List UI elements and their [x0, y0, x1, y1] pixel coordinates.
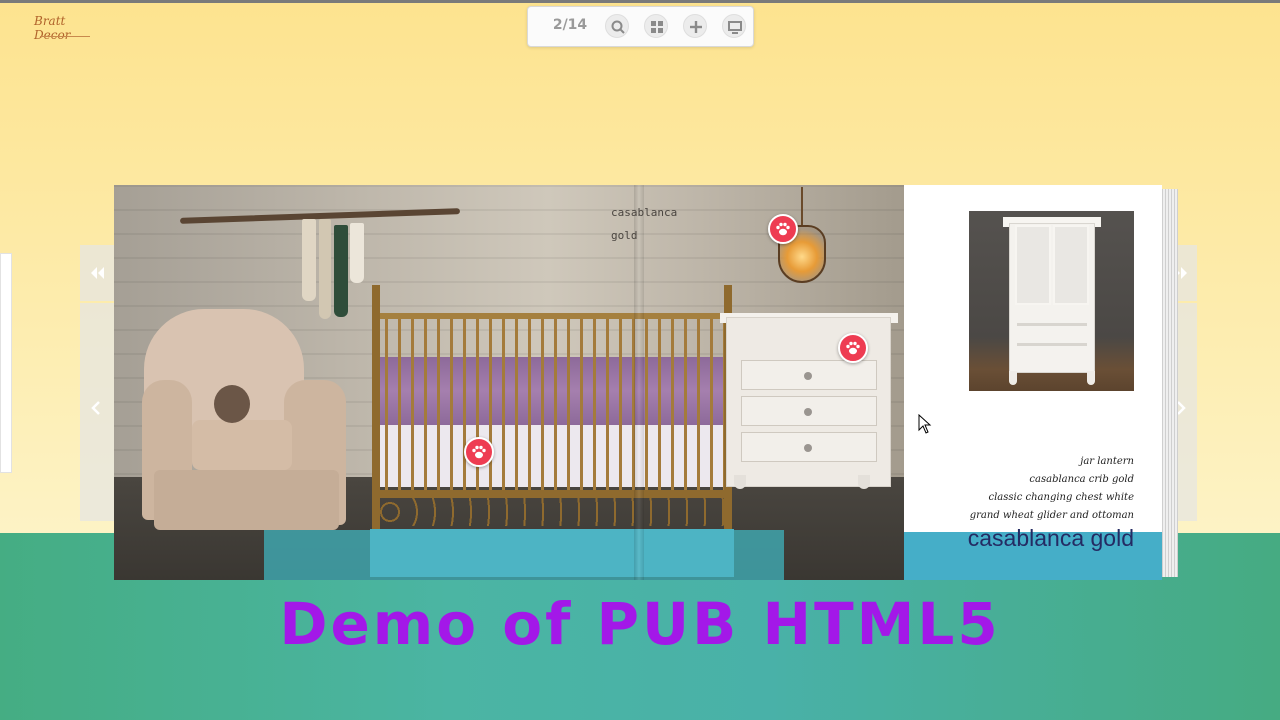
- brand-logo-text: Bratt Decor: [34, 14, 71, 42]
- product-item: grand wheat glider and ottoman: [969, 510, 1134, 521]
- thumbnails-button[interactable]: [644, 14, 668, 38]
- hotspot-crib[interactable]: [464, 437, 494, 467]
- cabinet-shelf: [1017, 323, 1087, 326]
- product-item: jar lantern: [1080, 456, 1134, 467]
- crib-top-rail: [372, 313, 732, 319]
- cabinet-door: [1053, 225, 1089, 305]
- crib: [370, 285, 734, 577]
- page-title: casablanca gold: [967, 525, 1134, 551]
- product-item: casablanca crib gold: [1029, 474, 1134, 485]
- photo-caption-line1: casablanca: [611, 206, 678, 219]
- dresser-drawer: [741, 396, 877, 426]
- top-border: [0, 0, 1280, 3]
- book-page-edges: [1160, 189, 1178, 577]
- crib-bars: [372, 315, 732, 493]
- hanging-garment: [334, 225, 348, 317]
- side-panel-tab[interactable]: [0, 253, 12, 473]
- brand-logo[interactable]: Bratt Decor: [34, 14, 104, 42]
- hotspot-lantern[interactable]: [768, 214, 798, 244]
- lantern-chain: [801, 187, 803, 227]
- chevron-left-icon: [91, 401, 100, 415]
- paw-icon: [776, 222, 790, 236]
- demo-title: Demo of PUB HTML5: [279, 590, 1001, 658]
- dresser-drawer: [741, 360, 877, 390]
- first-page-button[interactable]: [80, 245, 114, 301]
- teddy-bear: [214, 385, 250, 423]
- book-gutter: [634, 185, 644, 580]
- flipbook-toolbar: 2/14: [527, 6, 754, 47]
- search-button[interactable]: [605, 14, 629, 38]
- hanging-garment: [302, 219, 316, 301]
- zoom-in-button[interactable]: [683, 14, 707, 38]
- hanging-garment: [350, 223, 364, 283]
- cabinet-door: [1015, 225, 1051, 305]
- cabinet-photo[interactable]: [969, 211, 1134, 391]
- glider-chair-seat: [192, 420, 292, 470]
- double-chevron-left-icon: [91, 267, 104, 279]
- cabinet-leg: [1009, 371, 1017, 385]
- hotspot-dresser[interactable]: [838, 333, 868, 363]
- crib-bottom-rail: [372, 490, 732, 498]
- crib-post: [372, 285, 380, 545]
- hanging-garment: [319, 219, 331, 319]
- dresser-leg: [858, 475, 870, 489]
- fullscreen-button[interactable]: [722, 14, 746, 38]
- right-page[interactable]: jar lantern casablanca crib gold classic…: [904, 185, 1162, 580]
- paw-icon: [472, 445, 486, 459]
- cabinet-leg: [1087, 371, 1095, 385]
- photo-caption-line2: gold: [611, 229, 638, 242]
- paw-icon: [846, 341, 860, 355]
- dresser-leg: [734, 475, 746, 489]
- crib-skirt: [370, 529, 734, 577]
- crib-scrollwork: [372, 498, 732, 526]
- cabinet-shelf: [1017, 343, 1087, 346]
- glider-chair-base: [154, 470, 339, 530]
- dresser-drawer: [741, 432, 877, 462]
- page-counter: 2/14: [552, 17, 588, 33]
- search-icon: [611, 20, 625, 34]
- prev-page-button[interactable]: [80, 303, 114, 521]
- logo-underline: [40, 36, 90, 37]
- zoom-in-icon: [690, 21, 702, 33]
- fullscreen-icon: [728, 21, 742, 34]
- product-list: jar lantern casablanca crib gold classic…: [934, 453, 1134, 525]
- nursery-photo-spread[interactable]: casablanca gold: [114, 185, 904, 580]
- product-item: classic changing chest white: [988, 492, 1135, 503]
- thumbnails-icon: [651, 21, 663, 33]
- mouse-cursor-icon: [918, 414, 932, 434]
